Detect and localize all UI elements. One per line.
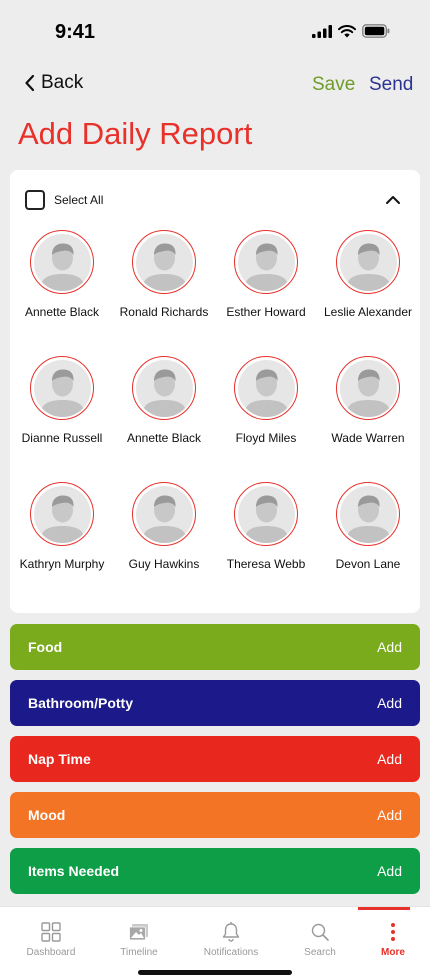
tab-dashboard[interactable]: Dashboard bbox=[8, 907, 94, 967]
avatar[interactable] bbox=[132, 482, 196, 546]
category-add-button[interactable]: Add bbox=[377, 695, 402, 711]
image-icon bbox=[128, 921, 150, 943]
select-all-checkbox[interactable]: Select All bbox=[25, 190, 103, 210]
category-label: Nap Time bbox=[28, 751, 91, 767]
avatar[interactable] bbox=[30, 356, 94, 420]
child-name: Annette Black bbox=[24, 305, 100, 319]
send-button[interactable]: Send bbox=[369, 74, 413, 96]
avatar[interactable] bbox=[234, 482, 298, 546]
category-add-button[interactable]: Add bbox=[377, 863, 402, 879]
child-name: Wade Warren bbox=[331, 431, 405, 445]
top-nav: Back Save Send bbox=[0, 70, 430, 100]
child-name: Floyd Miles bbox=[235, 431, 297, 445]
child-name: Esther Howard bbox=[226, 305, 306, 319]
grid-icon bbox=[40, 921, 62, 943]
child-item[interactable]: Theresa Webb bbox=[215, 482, 317, 604]
category-nap-time[interactable]: Nap Time Add bbox=[10, 736, 420, 782]
child-item[interactable]: Floyd Miles bbox=[215, 356, 317, 478]
category-add-button[interactable]: Add bbox=[377, 807, 402, 823]
child-item[interactable]: Kathryn Murphy bbox=[11, 482, 113, 604]
children-card: Select All Annette Black Ronald Richards E… bbox=[10, 170, 420, 613]
category-label: Bathroom/Potty bbox=[28, 695, 133, 711]
child-item[interactable]: Ronald Richards bbox=[113, 230, 215, 352]
status-bar: 9:41 bbox=[0, 0, 430, 60]
bell-icon bbox=[220, 921, 242, 943]
avatar-placeholder-icon bbox=[33, 359, 91, 417]
status-time: 9:41 bbox=[55, 21, 96, 43]
category-items-needed[interactable]: Items Needed Add bbox=[10, 848, 420, 894]
tab-label: Timeline bbox=[120, 947, 158, 958]
child-item[interactable]: Devon Lane bbox=[317, 482, 419, 604]
avatar[interactable] bbox=[132, 356, 196, 420]
more-icon bbox=[382, 921, 404, 943]
category-mood[interactable]: Mood Add bbox=[10, 792, 420, 838]
children-grid: Annette Black Ronald Richards Esther Howar… bbox=[10, 230, 420, 604]
avatar[interactable] bbox=[234, 356, 298, 420]
avatar[interactable] bbox=[30, 482, 94, 546]
chevron-up-icon[interactable] bbox=[385, 192, 401, 208]
chevron-left-icon bbox=[25, 74, 35, 92]
avatar-placeholder-icon bbox=[339, 359, 397, 417]
save-button[interactable]: Save bbox=[312, 74, 355, 96]
child-item[interactable]: Esther Howard bbox=[215, 230, 317, 352]
tab-more[interactable]: More bbox=[350, 907, 430, 967]
avatar-placeholder-icon bbox=[237, 233, 295, 291]
avatar-placeholder-icon bbox=[135, 485, 193, 543]
back-label: Back bbox=[41, 72, 84, 93]
category-add-button[interactable]: Add bbox=[377, 751, 402, 767]
category-food[interactable]: Food Add bbox=[10, 624, 420, 670]
child-name: Devon Lane bbox=[335, 557, 401, 571]
avatar[interactable] bbox=[132, 230, 196, 294]
tab-timeline[interactable]: Timeline bbox=[96, 907, 182, 967]
avatar-placeholder-icon bbox=[33, 233, 91, 291]
avatar-placeholder-icon bbox=[33, 485, 91, 543]
tab-notifications[interactable]: Notifications bbox=[188, 907, 274, 967]
avatar-placeholder-icon bbox=[339, 485, 397, 543]
avatar-placeholder-icon bbox=[135, 359, 193, 417]
category-bathroom-potty[interactable]: Bathroom/Potty Add bbox=[10, 680, 420, 726]
select-all-label: Select All bbox=[54, 193, 104, 207]
tab-label: Search bbox=[304, 947, 336, 958]
avatar-placeholder-icon bbox=[339, 233, 397, 291]
avatar-placeholder-icon bbox=[237, 359, 295, 417]
battery-icon bbox=[362, 24, 390, 38]
avatar[interactable] bbox=[30, 230, 94, 294]
child-name: Annette Black bbox=[126, 431, 202, 445]
child-name: Leslie Alexander bbox=[323, 305, 413, 319]
child-item[interactable]: Annette Black bbox=[113, 356, 215, 478]
category-label: Food bbox=[28, 639, 63, 655]
signal-icon bbox=[312, 24, 332, 38]
child-item[interactable]: Guy Hawkins bbox=[113, 482, 215, 604]
child-name: Theresa Webb bbox=[226, 557, 306, 571]
child-item[interactable]: Leslie Alexander bbox=[317, 230, 419, 352]
category-label: Mood bbox=[28, 807, 66, 823]
avatar[interactable] bbox=[336, 482, 400, 546]
avatar[interactable] bbox=[234, 230, 298, 294]
home-indicator bbox=[138, 970, 292, 975]
child-name: Ronald Richards bbox=[119, 305, 209, 319]
avatar[interactable] bbox=[336, 230, 400, 294]
back-button[interactable]: Back bbox=[24, 72, 83, 94]
page-title: Add Daily Report bbox=[18, 116, 253, 151]
status-icons bbox=[312, 24, 390, 38]
avatar[interactable] bbox=[336, 356, 400, 420]
search-icon bbox=[309, 921, 331, 943]
checkbox-box[interactable] bbox=[25, 190, 45, 210]
tab-label: Dashboard bbox=[26, 947, 76, 958]
category-add-button[interactable]: Add bbox=[377, 639, 402, 655]
bottom-tab-bar: Dashboard Timeline Notifications Search More bbox=[0, 906, 430, 979]
child-item[interactable]: Dianne Russell bbox=[11, 356, 113, 478]
child-name: Kathryn Murphy bbox=[19, 557, 105, 571]
child-name: Dianne Russell bbox=[21, 431, 103, 445]
tab-label: More bbox=[381, 947, 405, 958]
category-label: Items Needed bbox=[28, 863, 120, 879]
avatar-placeholder-icon bbox=[135, 233, 193, 291]
child-name: Guy Hawkins bbox=[128, 557, 200, 571]
child-item[interactable]: Wade Warren bbox=[317, 356, 419, 478]
avatar-placeholder-icon bbox=[237, 485, 295, 543]
tab-label: Notifications bbox=[203, 947, 259, 958]
child-item[interactable]: Annette Black bbox=[11, 230, 113, 352]
wifi-icon bbox=[338, 24, 356, 37]
